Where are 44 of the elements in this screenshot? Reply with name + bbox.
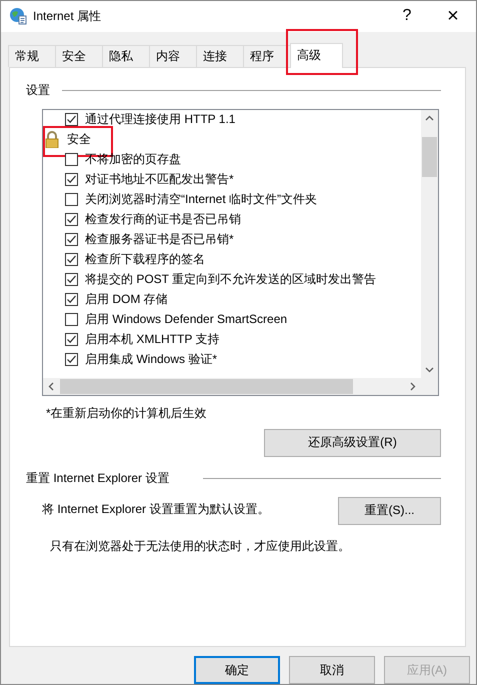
option-label: 检查所下载程序的签名 — [85, 251, 205, 268]
window-title: Internet 属性 — [33, 8, 102, 25]
restore-button[interactable]: 还原高级设置(R) — [264, 428, 441, 457]
vertical-scrollbar[interactable] — [421, 110, 438, 378]
tab[interactable]: 高级 — [290, 42, 343, 68]
close-button[interactable]: × — [430, 1, 476, 32]
globe-icon — [9, 7, 27, 26]
checkbox[interactable] — [65, 353, 78, 366]
tab[interactable]: 常规 — [8, 44, 56, 67]
checkbox[interactable] — [65, 173, 78, 186]
option-label: 检查服务器证书是否已吊销* — [85, 231, 234, 248]
reset-note: 只有在浏览器处于无法使用的状态时，才应使用此设置。 — [50, 538, 351, 555]
checkbox[interactable] — [65, 213, 78, 226]
option-label: 启用 DOM 存储 — [85, 291, 168, 308]
checkbox[interactable] — [65, 293, 78, 306]
dialog-button[interactable]: 确定 — [194, 656, 280, 684]
option-label: 启用 Windows Defender SmartScreen — [85, 311, 288, 328]
option-label: 通过代理连接使用 HTTP 1.1 — [85, 111, 236, 128]
section-title: 重置 Internet Explorer 设置 — [26, 470, 170, 487]
checkbox[interactable] — [65, 253, 78, 266]
option-label: 关闭浏览器时清空“Internet 临时文件”文件夹 — [85, 191, 318, 208]
checkbox[interactable] — [65, 153, 78, 166]
checkbox[interactable] — [65, 113, 78, 126]
reset-button[interactable]: 重置(S)... — [338, 496, 441, 525]
lock-icon — [45, 131, 59, 148]
section-title: 设置 — [26, 82, 50, 99]
checkbox[interactable] — [65, 233, 78, 246]
option-label: 对证书地址不匹配发出警告* — [85, 171, 234, 188]
scrollbar-thumb[interactable] — [422, 136, 437, 177]
dialog-button[interactable]: 取消 — [289, 656, 375, 684]
option-label: 启用本机 XMLHTTP 支持 — [85, 331, 220, 348]
group-label: 安全 — [67, 131, 91, 148]
checkbox[interactable] — [65, 273, 78, 286]
restart-note: *在重新启动你的计算机后生效 — [46, 404, 208, 422]
checkbox[interactable] — [65, 333, 78, 346]
option-label: 检查发行商的证书是否已吊销 — [85, 211, 241, 228]
reset-description: 将 Internet Explorer 设置重置为默认设置。 — [42, 500, 270, 518]
horizontal-scrollbar[interactable] — [43, 378, 438, 395]
help-button[interactable]: ? — [384, 1, 430, 32]
checkbox[interactable] — [65, 313, 78, 326]
option-label: 将提交的 POST 重定向到不允许发送的区域时发出警告 — [85, 271, 376, 288]
scrollbar-thumb[interactable] — [60, 378, 353, 394]
checkbox[interactable] — [65, 193, 78, 206]
option-label: 启用集成 Windows 验证* — [85, 351, 218, 368]
